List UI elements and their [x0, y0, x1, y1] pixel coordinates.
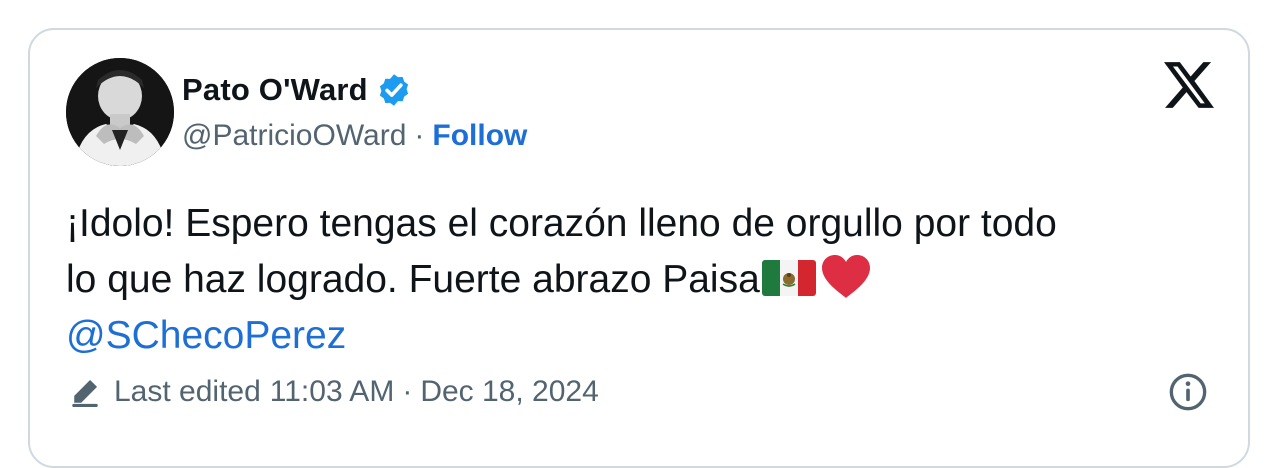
follow-button[interactable]: Follow: [432, 119, 527, 153]
x-logo-icon[interactable]: [1164, 62, 1214, 108]
edited-date[interactable]: Dec 18, 2024: [420, 375, 598, 409]
tweet-text-line-1: ¡Idolo! Espero tengas el corazón lleno d…: [66, 202, 1057, 245]
edited-label: Last edited: [114, 375, 261, 408]
red-heart-icon: [821, 255, 870, 298]
author-display-name[interactable]: Pato O'Ward: [182, 72, 368, 108]
pencil-edit-icon: [72, 379, 98, 408]
author-handle[interactable]: @PatricioOWard: [182, 119, 406, 153]
info-icon[interactable]: [1168, 372, 1208, 412]
tweet-text-line-2-text: lo que haz logrado. Fuerte abrazo Paisa: [66, 258, 760, 301]
avatar[interactable]: [66, 58, 174, 166]
edited-time[interactable]: 11:03 AM: [270, 375, 395, 409]
avatar-photo-icon: [66, 58, 174, 166]
verified-badge-icon: [379, 74, 408, 106]
tweet-text: ¡Idolo! Espero tengas el corazón lleno d…: [66, 196, 1216, 364]
embedded-tweet-card[interactable]: Pato O'Ward @PatricioOWard · Follow ¡Ido…: [28, 28, 1250, 468]
author-handle-row: @PatricioOWard · Follow: [182, 116, 527, 156]
handle-separator: ·: [414, 119, 425, 152]
mexico-flag-icon: [761, 260, 816, 296]
tweet-footer: Last edited 11:03 AM · Dec 18, 2024: [68, 370, 599, 414]
footer-separator: ·: [402, 375, 413, 408]
author-name-row: Pato O'Ward: [182, 68, 412, 112]
mention-link[interactable]: @SChecoPerez: [66, 308, 1216, 364]
tweet-text-line-2: lo que haz logrado. Fuerte abrazo Paisa: [66, 252, 1216, 308]
